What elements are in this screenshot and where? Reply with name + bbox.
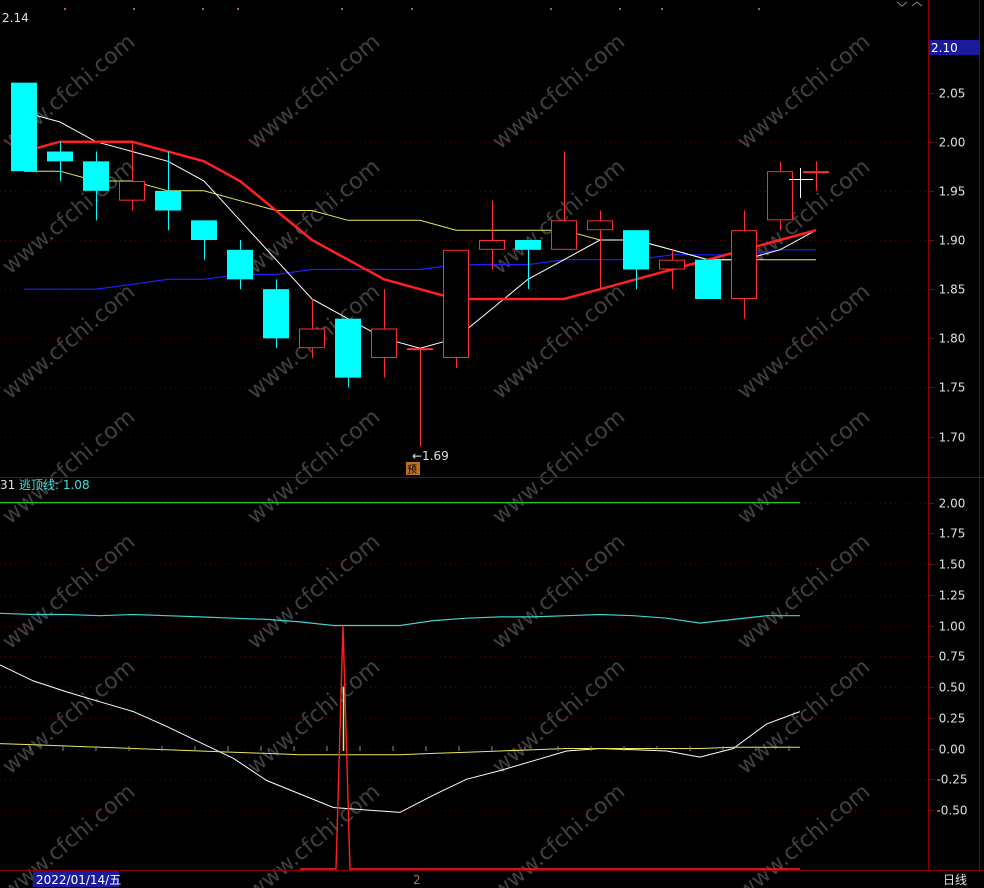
candle-body <box>299 328 325 349</box>
candle-body <box>767 171 793 221</box>
candle-body <box>371 328 397 358</box>
candle-body <box>11 82 37 172</box>
candle-body <box>47 151 73 162</box>
axis-tick-label: 1.90 <box>939 234 966 248</box>
top-dot <box>411 8 413 10</box>
axis-tick-label: 1.75 <box>939 381 966 395</box>
candle-body <box>263 289 289 339</box>
axis-tick-label: 2.00 <box>939 497 966 511</box>
candle-body <box>479 240 505 250</box>
top-dot <box>550 8 552 10</box>
axis-tick-label: 1.25 <box>939 589 966 603</box>
candle-body <box>335 318 361 378</box>
current-price-text: 2.10 <box>931 41 958 55</box>
date-tag-text: 2022/01/14/五 <box>36 873 121 887</box>
candle-body <box>803 171 829 174</box>
candle <box>695 259 721 299</box>
timeline-marker: 2 <box>413 873 421 887</box>
top-dot <box>341 8 343 10</box>
axis-tick-label: 1.00 <box>939 620 966 634</box>
candle-body <box>623 230 649 270</box>
axis-tick-label: 0.25 <box>939 712 966 726</box>
top-dot <box>619 8 621 10</box>
axis-tick-label: 1.75 <box>939 527 966 541</box>
axis-tick-label: 1.70 <box>939 431 966 445</box>
candle-body <box>695 259 721 299</box>
candle-body <box>587 220 613 231</box>
forecast-badge-text: 预 <box>407 464 417 476</box>
axis-tick-label: -0.25 <box>936 773 967 787</box>
candle <box>767 161 793 231</box>
axis-tick-label: 0.50 <box>939 681 966 695</box>
indicator-name: 逃顶线: 1.08 <box>19 478 90 492</box>
candle <box>335 318 361 388</box>
axis-tick-label: 0.75 <box>939 650 966 664</box>
candle-body <box>191 220 217 240</box>
candle <box>11 82 37 172</box>
candle <box>263 279 289 349</box>
candle-body <box>227 249 253 280</box>
axis-tick-label: 1.80 <box>939 332 966 346</box>
axis-tick-label: 1.95 <box>939 185 966 199</box>
top-dot <box>133 8 135 10</box>
candle-body <box>407 348 433 351</box>
candle-body <box>551 220 577 250</box>
top-dot <box>758 8 760 10</box>
axis-tick-label: -0.50 <box>936 804 967 818</box>
candle-body <box>659 259 685 270</box>
candle-body <box>443 249 469 358</box>
top-dot <box>64 8 66 10</box>
axis-tick-label: 1.85 <box>939 283 966 297</box>
candle-body <box>83 161 109 191</box>
top-dot <box>202 8 204 10</box>
candle-body <box>119 181 145 201</box>
candle <box>443 249 469 368</box>
stock-chart[interactable]: www.cfchi.com www.cfchi.com www.cfchi.com w… <box>0 0 984 888</box>
indicator-left-value: 31 <box>0 478 15 492</box>
axis-tick-label: 2.05 <box>939 87 966 101</box>
axis-tick-label: 2.00 <box>939 136 966 150</box>
candle-body <box>515 240 541 250</box>
axis-tick-label: 1.50 <box>939 558 966 572</box>
candle-body <box>155 190 181 211</box>
top-dot <box>661 8 663 10</box>
period-tab[interactable]: 日线 <box>943 873 967 887</box>
axis-tick-label: 0.00 <box>939 743 966 757</box>
low-price-annotation: ←1.69 <box>412 449 449 463</box>
top-dot <box>237 8 239 10</box>
top-price-label: 2.14 <box>2 11 29 25</box>
candle-body <box>731 230 757 300</box>
